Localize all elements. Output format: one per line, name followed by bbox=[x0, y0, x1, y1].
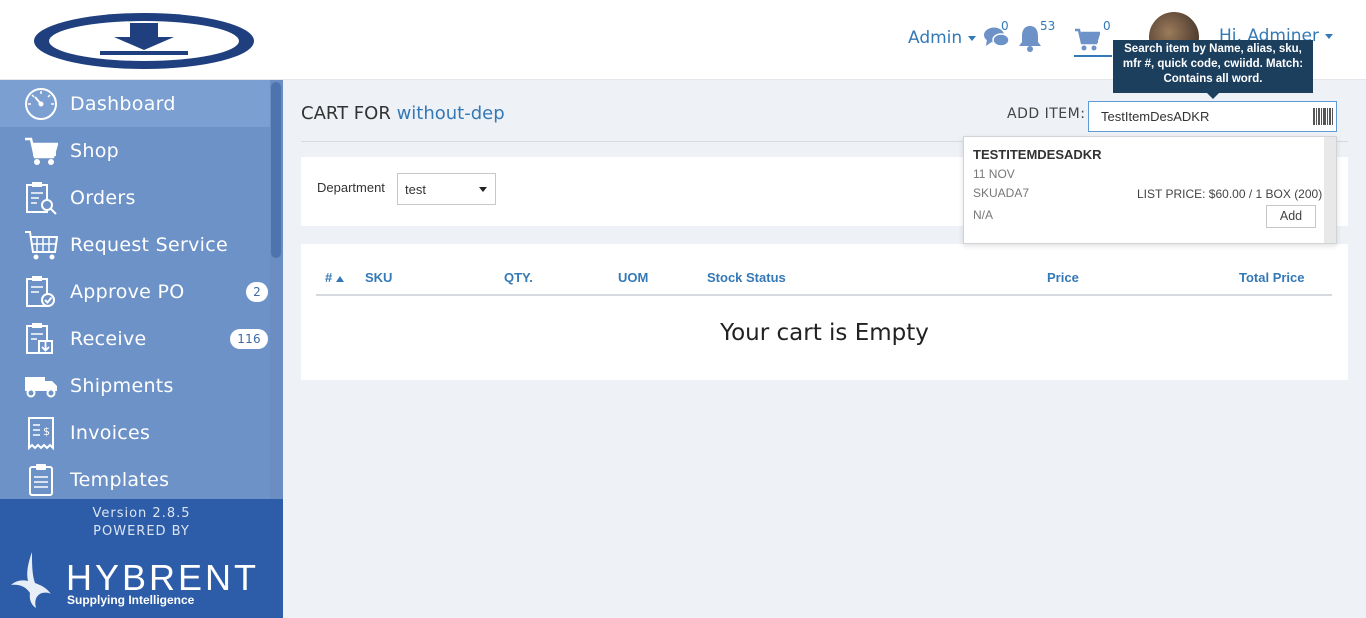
cart-icon[interactable] bbox=[1074, 28, 1100, 52]
add-to-cart-button[interactable]: Add bbox=[1266, 205, 1316, 228]
table-header-divider bbox=[316, 294, 1332, 296]
dashboard-icon bbox=[24, 87, 58, 121]
sidebar-nav: Dashboard Shop Orders Request Service Ap… bbox=[0, 80, 270, 499]
add-item-search-input[interactable]: TestItemDesADKR bbox=[1088, 101, 1337, 132]
column-header-qty[interactable]: QTY. bbox=[504, 270, 533, 285]
cart-table-panel bbox=[301, 244, 1348, 380]
request-service-icon bbox=[24, 228, 58, 262]
sidebar-item-label: Receive bbox=[70, 327, 147, 350]
column-header-label: # bbox=[325, 270, 333, 285]
admin-menu-label: Admin bbox=[908, 28, 963, 48]
sidebar: Dashboard Shop Orders Request Service Ap… bbox=[0, 80, 283, 618]
column-header-number[interactable]: # bbox=[325, 270, 344, 285]
cart-count: 0 bbox=[1103, 19, 1111, 33]
truck-icon bbox=[24, 369, 58, 403]
sidebar-item-shop[interactable]: Shop bbox=[0, 127, 270, 174]
hybrent-bird-logo bbox=[11, 552, 51, 608]
sidebar-footer: Version 2.8.5 POWERED BY HYBRENT Supplyi… bbox=[0, 499, 283, 618]
sidebar-item-dashboard[interactable]: Dashboard bbox=[0, 80, 270, 127]
dropdown-scrollbar[interactable] bbox=[1324, 137, 1336, 243]
admin-menu[interactable]: Admin bbox=[908, 28, 977, 48]
result-item-vendor: N/A bbox=[973, 208, 994, 222]
version-text: Version 2.8.5 bbox=[92, 506, 191, 521]
approve-po-icon bbox=[24, 275, 58, 309]
sidebar-item-label: Orders bbox=[70, 186, 136, 209]
receive-badge: 116 bbox=[230, 328, 268, 349]
templates-icon bbox=[24, 463, 58, 497]
sort-asc-icon bbox=[335, 275, 344, 282]
column-header-uom[interactable]: UOM bbox=[618, 270, 648, 285]
sidebar-item-label: Shipments bbox=[70, 374, 174, 397]
approve-po-badge: 2 bbox=[246, 281, 268, 302]
cart-active-indicator bbox=[1074, 55, 1112, 57]
column-header-stock-status[interactable]: Stock Status bbox=[707, 270, 786, 285]
messages-count: 0 bbox=[1001, 19, 1009, 33]
brand-tagline: Supplying Intelligence bbox=[67, 593, 195, 607]
cart-department-link[interactable]: without-dep bbox=[397, 103, 505, 124]
orders-icon bbox=[24, 181, 58, 215]
sidebar-item-label: Shop bbox=[70, 139, 119, 162]
barcode-icon[interactable] bbox=[1313, 108, 1333, 125]
result-item-sku: SKUADA7 bbox=[973, 186, 1030, 200]
result-item-name[interactable]: TESTITEMDESADKR bbox=[973, 147, 1102, 162]
department-label: Department bbox=[317, 180, 385, 195]
chevron-down-icon bbox=[479, 187, 487, 192]
result-item-date: 11 NOV bbox=[973, 167, 1015, 181]
sidebar-item-templates[interactable]: Templates bbox=[0, 456, 270, 499]
department-select-value: test bbox=[405, 182, 426, 197]
sidebar-item-request-service[interactable]: Request Service bbox=[0, 221, 270, 268]
chevron-down-icon bbox=[968, 35, 977, 41]
sidebar-item-label: Templates bbox=[70, 468, 170, 491]
sidebar-scroll-thumb[interactable] bbox=[271, 82, 281, 258]
sidebar-item-label: Invoices bbox=[70, 421, 151, 444]
add-item-label: ADD ITEM: bbox=[1007, 106, 1086, 122]
receive-icon bbox=[24, 322, 58, 356]
empty-cart-message: Your cart is Empty bbox=[720, 320, 929, 346]
result-item-list-price: LIST PRICE: $60.00 / 1 BOX (200) bbox=[1137, 187, 1323, 201]
sidebar-item-orders[interactable]: Orders bbox=[0, 174, 270, 221]
sidebar-item-label: Dashboard bbox=[70, 92, 176, 115]
cart-icon bbox=[24, 134, 58, 168]
notifications-count: 53 bbox=[1040, 19, 1056, 33]
sidebar-item-invoices[interactable]: $ Invoices bbox=[0, 409, 270, 456]
chevron-down-icon bbox=[1324, 33, 1333, 39]
sidebar-item-receive[interactable]: Receive 116 bbox=[0, 315, 270, 362]
page-title: CART FOR without-dep bbox=[301, 103, 505, 124]
department-select[interactable]: test bbox=[397, 173, 496, 205]
sidebar-item-approve-po[interactable]: Approve PO 2 bbox=[0, 268, 270, 315]
search-tooltip: Search item by Name, alias, sku, mfr #, … bbox=[1113, 40, 1313, 99]
column-header-total-price[interactable]: Total Price bbox=[1239, 270, 1305, 285]
column-header-sku[interactable]: SKU bbox=[365, 270, 392, 285]
sidebar-item-label: Request Service bbox=[70, 233, 228, 256]
invoice-icon: $ bbox=[24, 416, 58, 450]
powered-by-text: POWERED BY bbox=[93, 524, 190, 539]
svg-text:$: $ bbox=[43, 425, 50, 438]
page-title-prefix: CART FOR bbox=[301, 103, 391, 124]
sidebar-item-shipments[interactable]: Shipments bbox=[0, 362, 270, 409]
column-header-price[interactable]: Price bbox=[1047, 270, 1079, 285]
company-logo[interactable] bbox=[30, 10, 258, 72]
sidebar-item-label: Approve PO bbox=[70, 280, 185, 303]
